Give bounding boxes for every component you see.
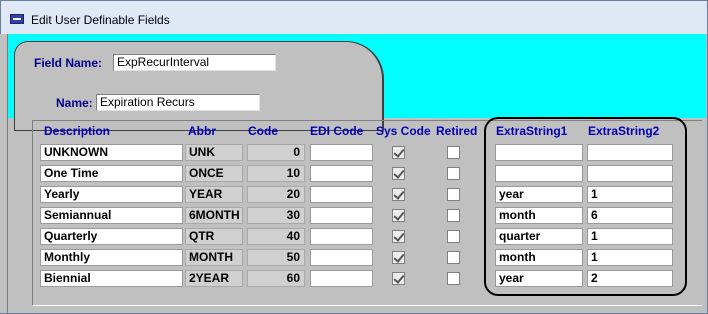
edi-code-cell[interactable]: [310, 249, 373, 266]
description-cell[interactable]: UNKNOWN: [40, 144, 183, 161]
edi-code-cell[interactable]: [310, 207, 373, 224]
description-cell[interactable]: Monthly: [40, 249, 183, 266]
retired-checkbox[interactable]: [447, 272, 460, 285]
header-sys-code: Sys Code: [376, 124, 431, 138]
retired-checkbox[interactable]: [447, 251, 460, 264]
retired-checkbox[interactable]: [447, 167, 460, 180]
extrastring2-cell[interactable]: [587, 144, 673, 161]
retired-checkbox[interactable]: [447, 146, 460, 159]
sys-code-checkbox[interactable]: [392, 167, 405, 180]
description-cell[interactable]: One Time: [40, 165, 183, 182]
sys-code-checkbox[interactable]: [392, 209, 405, 222]
extrastring1-cell[interactable]: [495, 165, 583, 182]
extrastring1-cell[interactable]: quarter: [495, 228, 583, 245]
retired-checkbox[interactable]: [447, 188, 460, 201]
description-cell[interactable]: Biennial: [40, 270, 183, 287]
header-extrastring2: ExtraString2: [588, 124, 660, 138]
abbr-cell[interactable]: ONCE: [185, 165, 243, 182]
sys-code-checkbox[interactable]: [392, 188, 405, 201]
sys-code-checkbox[interactable]: [392, 251, 405, 264]
extrastring1-cell[interactable]: year: [495, 186, 583, 203]
code-cell[interactable]: 20: [247, 186, 305, 203]
description-cell[interactable]: Semiannual: [40, 207, 183, 224]
left-border: [0, 34, 8, 313]
field-name-label: Field Name:: [34, 56, 103, 70]
abbr-cell[interactable]: 2YEAR: [185, 270, 243, 287]
extrastring2-cell[interactable]: [587, 165, 673, 182]
header-abbr: Abbr: [188, 124, 216, 138]
header-edi-code: EDI Code: [310, 124, 364, 138]
retired-checkbox[interactable]: [447, 230, 460, 243]
extrastring1-cell[interactable]: month: [495, 207, 583, 224]
code-cell[interactable]: 60: [247, 270, 305, 287]
code-cell[interactable]: 30: [247, 207, 305, 224]
sys-code-checkbox[interactable]: [392, 146, 405, 159]
edi-code-cell[interactable]: [310, 270, 373, 287]
extrastring2-cell[interactable]: 1: [587, 186, 673, 203]
retired-checkbox[interactable]: [447, 209, 460, 222]
header-extrastring1: ExtraString1: [496, 124, 568, 138]
abbr-cell[interactable]: 6MONTH: [185, 207, 243, 224]
edi-code-cell[interactable]: [310, 186, 373, 203]
code-cell[interactable]: 50: [247, 249, 305, 266]
extrastring2-cell[interactable]: 2: [587, 270, 673, 287]
extrastring2-cell[interactable]: 6: [587, 207, 673, 224]
extrastring2-cell[interactable]: 1: [587, 228, 673, 245]
sys-code-checkbox[interactable]: [392, 272, 405, 285]
header-retired: Retired: [436, 124, 478, 138]
extrastring1-cell[interactable]: year: [495, 270, 583, 287]
edi-code-cell[interactable]: [310, 144, 373, 161]
window-title: Edit User Definable Fields: [31, 13, 170, 27]
abbr-cell[interactable]: UNK: [185, 144, 243, 161]
code-cell[interactable]: 40: [247, 228, 305, 245]
code-cell[interactable]: 10: [247, 165, 305, 182]
edi-code-cell[interactable]: [310, 228, 373, 245]
code-cell[interactable]: 0: [247, 144, 305, 161]
header-code: Code: [248, 124, 278, 138]
name-input[interactable]: Expiration Recurs: [96, 94, 260, 111]
title-bar[interactable]: Edit User Definable Fields: [1, 1, 707, 35]
abbr-cell[interactable]: QTR: [185, 228, 243, 245]
abbr-cell[interactable]: YEAR: [185, 186, 243, 203]
field-name-input[interactable]: ExpRecurInterval: [113, 54, 276, 71]
extrastring2-cell[interactable]: 1: [587, 249, 673, 266]
extrastring1-cell[interactable]: month: [495, 249, 583, 266]
description-cell[interactable]: Yearly: [40, 186, 183, 203]
app-icon: [10, 14, 24, 24]
name-label: Name:: [56, 96, 93, 110]
header-description: Description: [44, 124, 111, 138]
description-cell[interactable]: Quarterly: [40, 228, 183, 245]
sys-code-checkbox[interactable]: [392, 230, 405, 243]
edi-code-cell[interactable]: [310, 165, 373, 182]
extrastring1-cell[interactable]: [495, 144, 583, 161]
abbr-cell[interactable]: MONTH: [185, 249, 243, 266]
